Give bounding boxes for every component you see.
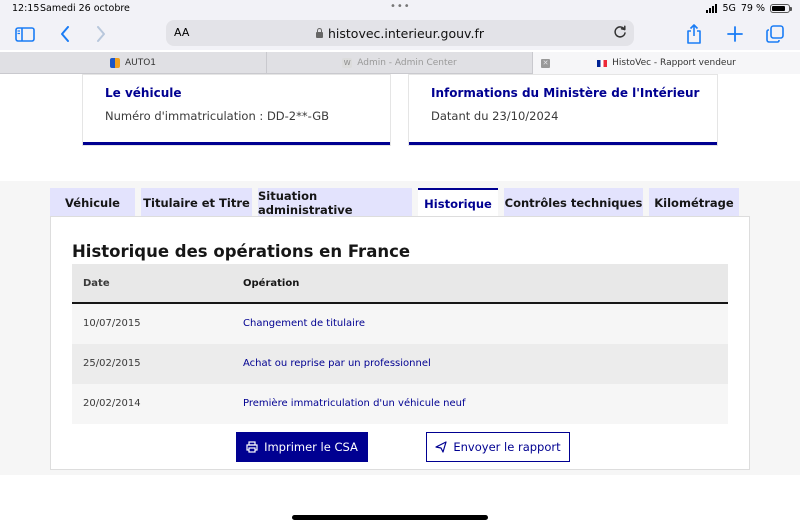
status-bar: 12:15 Samedi 26 octobre ••• 5G 79 % xyxy=(0,0,800,18)
network-type: 5G xyxy=(722,3,736,14)
french-flag-favicon-icon xyxy=(597,59,608,67)
browser-tab-histovec[interactable]: HistoVec - Rapport vendeur xyxy=(533,52,800,74)
auto1-favicon-icon xyxy=(109,58,120,68)
browser-tab-strip: AUTO1 W Admin - Admin Center HistoVec - … xyxy=(0,52,800,74)
tab-controles[interactable]: Contrôles techniques xyxy=(504,188,643,217)
browser-tab-admin[interactable]: W Admin - Admin Center xyxy=(267,52,533,74)
print-csa-button[interactable]: Imprimer le CSA xyxy=(236,432,368,462)
address-bar[interactable]: AA histovec.interieur.gouv.fr xyxy=(166,20,634,46)
row-operation: Achat ou reprise par un professionnel xyxy=(243,358,431,369)
history-title: Historique des opérations en France xyxy=(72,242,411,261)
tab-vehicule[interactable]: Véhicule xyxy=(50,188,135,217)
lock-icon xyxy=(315,28,323,38)
status-date: Samedi 26 octobre xyxy=(40,3,130,14)
status-indicators: 5G 79 % xyxy=(706,3,792,14)
tab-overview-icon[interactable] xyxy=(762,22,788,46)
tab-kilometrage[interactable]: Kilométrage xyxy=(649,188,739,217)
row-operation: Changement de titulaire xyxy=(243,318,365,329)
share-icon[interactable] xyxy=(681,22,707,46)
multitasking-dots-icon[interactable]: ••• xyxy=(390,1,411,12)
report-tabs: Véhicule Titulaire et Titre Situation ad… xyxy=(0,188,800,218)
send-icon xyxy=(435,441,447,453)
vehicle-card: Le véhicule Numéro d'immatriculation : D… xyxy=(83,75,390,145)
print-csa-label: Imprimer le CSA xyxy=(264,440,358,454)
row-date: 20/02/2014 xyxy=(83,398,141,409)
table-header: Date Opération xyxy=(72,264,728,304)
page-content: Le véhicule Numéro d'immatriculation : D… xyxy=(0,75,800,525)
row-date: 25/02/2015 xyxy=(83,358,141,369)
url-value: histovec.interieur.gouv.fr xyxy=(327,26,484,41)
row-date: 10/07/2015 xyxy=(83,318,141,329)
row-operation: Première immatriculation d'un véhicule n… xyxy=(243,398,466,409)
tab-titulaire[interactable]: Titulaire et Titre xyxy=(141,188,252,217)
vehicle-card-title: Le véhicule xyxy=(105,86,182,100)
table-row: 25/02/2015 Achat ou reprise par un profe… xyxy=(72,344,728,384)
admin-favicon-icon: W xyxy=(342,58,353,68)
table-row: 20/02/2014 Première immatriculation d'un… xyxy=(72,384,728,424)
cellular-signal-icon xyxy=(706,4,718,13)
battery-percent: 79 % xyxy=(740,3,765,14)
table-row: 10/07/2015 Changement de titulaire xyxy=(72,304,728,344)
browser-toolbar: AA histovec.interieur.gouv.fr xyxy=(0,18,800,50)
history-panel: Historique des opérations en France Date… xyxy=(50,216,750,470)
history-table: Date Opération 10/07/2015 Changement de … xyxy=(72,264,728,424)
browser-tab-auto1[interactable]: AUTO1 xyxy=(0,52,267,74)
ministry-card-text: Datant du 23/10/2024 xyxy=(431,109,559,123)
send-report-button[interactable]: Envoyer le rapport xyxy=(426,432,570,462)
printer-icon xyxy=(246,441,258,453)
browser-tab-label: AUTO1 xyxy=(124,58,157,68)
column-header-operation: Opération xyxy=(243,278,300,289)
url-text: histovec.interieur.gouv.fr xyxy=(166,26,634,41)
send-report-label: Envoyer le rapport xyxy=(453,440,561,454)
tab-historique[interactable]: Historique xyxy=(418,188,498,218)
back-icon[interactable] xyxy=(52,22,78,46)
browser-tab-label: Admin - Admin Center xyxy=(357,58,457,68)
status-time: 12:15 xyxy=(12,3,40,14)
sidebar-icon[interactable] xyxy=(12,22,38,46)
new-tab-icon[interactable] xyxy=(722,22,748,46)
tab-situation[interactable]: Situation administrative xyxy=(258,188,412,217)
forward-icon[interactable] xyxy=(88,22,114,46)
battery-icon xyxy=(770,4,792,13)
vehicle-card-text: Numéro d'immatriculation : DD-2**-GB xyxy=(105,109,329,123)
ministry-card-title: Informations du Ministère de l'Intérieur xyxy=(431,86,700,100)
reload-icon[interactable] xyxy=(612,24,628,44)
ministry-card: Informations du Ministère de l'Intérieur… xyxy=(409,75,717,145)
column-header-date: Date xyxy=(83,278,110,289)
close-tab-icon[interactable]: ✕ xyxy=(541,59,550,68)
home-indicator[interactable] xyxy=(292,515,488,520)
browser-tab-label: HistoVec - Rapport vendeur xyxy=(612,58,736,68)
